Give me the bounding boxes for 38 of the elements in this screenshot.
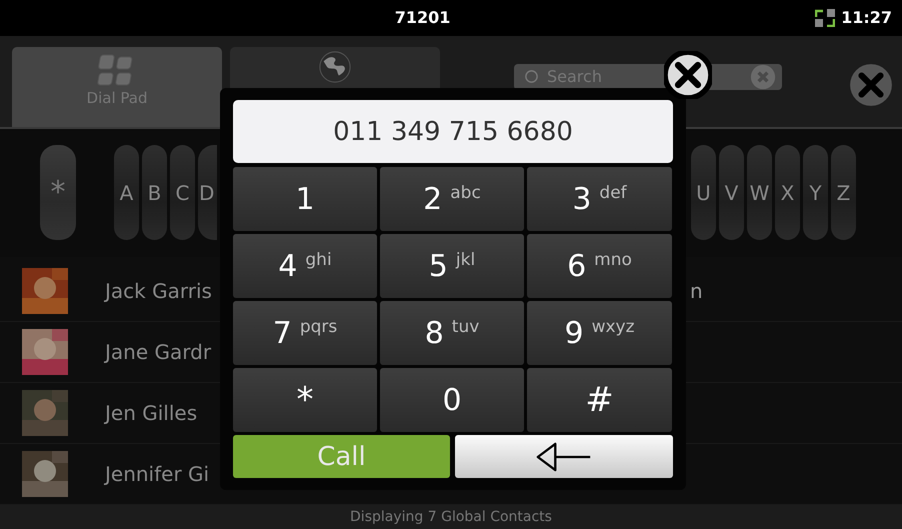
backspace-button[interactable] [455,435,673,478]
index-key[interactable]: W [747,145,772,240]
search-icon [524,68,539,84]
dial-key[interactable]: 7 pqrs [233,301,377,365]
index-key[interactable]: C [170,145,195,240]
index-key[interactable]: Y [803,145,828,240]
globe-icon [318,50,352,84]
index-key[interactable]: B [142,145,167,240]
clock: 11:27 [841,8,892,28]
contact-name: Jen Gilles [105,401,198,426]
dial-key[interactable]: 1 [233,167,377,231]
contact-name: Jack Garris [105,279,213,304]
dial-key[interactable]: 0 [380,368,524,432]
network-icon [815,8,836,27]
dial-key[interactable]: 3 def [527,167,672,231]
dial-key[interactable]: 9 wxyz [527,301,672,365]
index-key[interactable]: Z [831,145,856,240]
contact-name: n [690,279,703,304]
dial-key[interactable]: * [233,368,377,432]
phone-number-field[interactable]: 011 349 715 6680 [233,100,673,163]
dial-key[interactable]: 6 mno [527,234,672,298]
index-key[interactable]: V [719,145,744,240]
dial-key[interactable]: 4 ghi [233,234,377,298]
dial-key[interactable]: 5 jkl [380,234,524,298]
dial-key[interactable]: 2 abc [380,167,524,231]
carrier-title: 71201 [394,8,452,28]
tab[interactable] [230,46,440,89]
status-text: Displaying 7 Global Contacts [350,509,552,526]
index-key[interactable]: X [775,145,800,240]
dial-key[interactable]: # [527,368,672,432]
index-key[interactable]: D [198,145,217,240]
index-key[interactable]: A [114,145,139,240]
contact-name: Jennifer Gi [105,462,210,486]
clear-icon[interactable] [750,64,776,90]
dial-key[interactable]: 8 tuv [380,301,524,365]
contact-name: Jane Gardr [105,340,212,364]
index-key[interactable]: U [691,145,716,240]
close-icon[interactable] [664,51,712,99]
